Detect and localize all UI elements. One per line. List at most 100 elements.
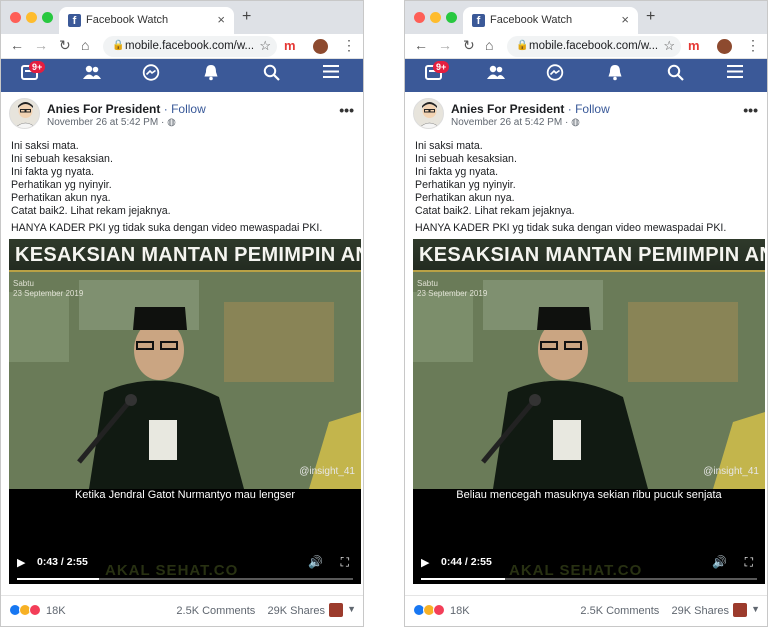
post-footer: 18K 2.5K Comments 29K Shares ▼ — [405, 595, 767, 625]
close-tab-icon[interactable]: × — [217, 12, 225, 27]
search-icon[interactable] — [667, 64, 684, 86]
viewer-avatar[interactable] — [329, 603, 343, 617]
new-tab-button[interactable]: + — [242, 8, 251, 26]
post-line: Perhatikan akun nya. — [11, 192, 111, 204]
viewer-avatar[interactable] — [733, 603, 747, 617]
close-window-dot[interactable] — [10, 12, 21, 23]
facebook-favicon-icon: f — [68, 14, 81, 27]
search-icon[interactable] — [263, 64, 280, 86]
video-controls: ▶ 0:44 / 2:55 🔊 ⛶ — [413, 551, 765, 584]
facebook-favicon-icon: f — [472, 14, 485, 27]
volume-icon[interactable]: 🔊 — [712, 555, 727, 569]
bell-icon[interactable] — [203, 64, 219, 86]
page-avatar[interactable] — [413, 98, 444, 129]
browser-tab[interactable]: f Facebook Watch × — [463, 7, 638, 34]
post-header: Anies For President · Follow November 26… — [405, 92, 767, 136]
reload-icon[interactable]: ↻ — [463, 37, 475, 54]
minimize-window-dot[interactable] — [430, 12, 441, 23]
url-text[interactable]: mobile.facebook.com/w... — [125, 40, 257, 52]
friends-icon[interactable] — [487, 64, 505, 86]
post-line: Ini saksi mata. — [415, 140, 483, 152]
browser-toolbar: ← → ↻ ⌂ 🔒 mobile.facebook.com/w... ☆ m ⋮ — [1, 34, 363, 59]
new-tab-button[interactable]: + — [646, 8, 655, 26]
fullscreen-icon[interactable]: ⛶ — [341, 555, 349, 570]
post-timestamp[interactable]: November 26 at 5:42 PM — [47, 117, 158, 128]
zoom-window-dot[interactable] — [42, 12, 53, 23]
video-progress-fill — [421, 578, 506, 580]
browser-menu-icon[interactable]: ⋮ — [342, 37, 356, 54]
post-headline: HANYA KADER PKI yg tidak suka dengan vid… — [11, 222, 323, 234]
play-icon[interactable]: ▶ — [17, 556, 25, 569]
post-options-button[interactable]: ••• — [743, 102, 758, 118]
menu-icon[interactable] — [727, 64, 743, 84]
shares-count[interactable]: 29K Shares — [268, 605, 325, 617]
reaction-icons[interactable] — [9, 604, 43, 618]
lock-icon: 🔒 — [112, 40, 125, 51]
messenger-icon[interactable] — [546, 64, 564, 87]
chevron-down-icon[interactable]: ▼ — [751, 604, 760, 614]
follow-link[interactable]: Follow — [171, 102, 206, 116]
browser-tab[interactable]: f Facebook Watch × — [59, 7, 234, 34]
home-icon[interactable]: ⌂ — [485, 37, 493, 53]
home-icon[interactable]: ⌂ — [81, 37, 89, 53]
extension-m-icon[interactable]: m — [284, 38, 296, 53]
notification-badge: 9+ — [433, 61, 450, 73]
menu-icon[interactable] — [323, 64, 339, 84]
video-player[interactable]: KESAKSIAN MANTAN PEMIMPIN ANSOR Sabtu 23 — [9, 239, 361, 584]
screenshot-stage: f Facebook Watch × + ← → ↻ ⌂ 🔒 mobile.fa… — [0, 0, 768, 627]
love-reaction-icon — [29, 604, 41, 616]
arrow-left-icon[interactable]: ← — [10, 37, 24, 53]
page-name[interactable]: Anies For President — [451, 102, 564, 116]
star-icon[interactable]: ☆ — [663, 38, 675, 54]
arrow-right-icon[interactable]: → — [34, 37, 48, 53]
star-icon[interactable]: ☆ — [259, 38, 271, 54]
comments-count[interactable]: 2.5K Comments — [580, 605, 659, 617]
tab-bar: f Facebook Watch × + — [1, 1, 363, 34]
globe-icon: ◍ — [167, 117, 176, 128]
follow-link[interactable]: Follow — [575, 102, 610, 116]
volume-icon[interactable]: 🔊 — [308, 555, 323, 569]
chevron-down-icon[interactable]: ▼ — [347, 604, 356, 614]
arrow-left-icon[interactable]: ← — [414, 37, 428, 53]
post-headline: HANYA KADER PKI yg tidak suka dengan vid… — [415, 222, 727, 234]
post-timestamp[interactable]: November 26 at 5:42 PM — [451, 117, 562, 128]
video-progress-fill — [17, 578, 100, 580]
video-progress-bar[interactable] — [17, 578, 353, 580]
bell-icon[interactable] — [607, 64, 623, 86]
zoom-window-dot[interactable] — [446, 12, 457, 23]
arrow-right-icon[interactable]: → — [438, 37, 452, 53]
tab-title: Facebook Watch — [86, 14, 169, 26]
reaction-icons[interactable] — [413, 604, 447, 618]
post-options-button[interactable]: ••• — [339, 102, 354, 118]
extension-m-icon[interactable]: m — [688, 38, 700, 53]
fullscreen-icon[interactable]: ⛶ — [745, 555, 753, 570]
tab-bar: f Facebook Watch × + — [405, 1, 767, 34]
comments-count[interactable]: 2.5K Comments — [176, 605, 255, 617]
facebook-nav-bar: 9+ — [1, 59, 363, 92]
reaction-count[interactable]: 18K — [450, 605, 470, 617]
close-window-dot[interactable] — [414, 12, 425, 23]
comments-shares: 2.5K Comments 29K Shares — [580, 605, 729, 617]
url-text[interactable]: mobile.facebook.com/w... — [529, 40, 661, 52]
extension-avatar-icon[interactable] — [313, 39, 328, 54]
close-tab-icon[interactable]: × — [621, 12, 629, 27]
shares-count[interactable]: 29K Shares — [672, 605, 729, 617]
address-bar[interactable]: 🔒 mobile.facebook.com/w... ☆ — [103, 36, 277, 57]
reload-icon[interactable]: ↻ — [59, 37, 71, 54]
facebook-nav-bar: 9+ — [405, 59, 767, 92]
page-avatar[interactable] — [9, 98, 40, 129]
follow-separator: · — [567, 102, 572, 116]
post-line: Catat baik2. Lihat rekam jejaknya. — [11, 205, 171, 217]
browser-menu-icon[interactable]: ⋮ — [746, 37, 760, 54]
friends-icon[interactable] — [83, 64, 101, 86]
address-bar[interactable]: 🔒 mobile.facebook.com/w... ☆ — [507, 36, 681, 57]
video-player[interactable]: KESAKSIAN MANTAN PEMIMPIN ANSOR Sabtu 23 — [413, 239, 765, 584]
play-icon[interactable]: ▶ — [421, 556, 429, 569]
notification-badge: 9+ — [29, 61, 46, 73]
extension-avatar-icon[interactable] — [717, 39, 732, 54]
page-name[interactable]: Anies For President — [47, 102, 160, 116]
video-progress-bar[interactable] — [421, 578, 757, 580]
reaction-count[interactable]: 18K — [46, 605, 66, 617]
messenger-icon[interactable] — [142, 64, 160, 87]
minimize-window-dot[interactable] — [26, 12, 37, 23]
